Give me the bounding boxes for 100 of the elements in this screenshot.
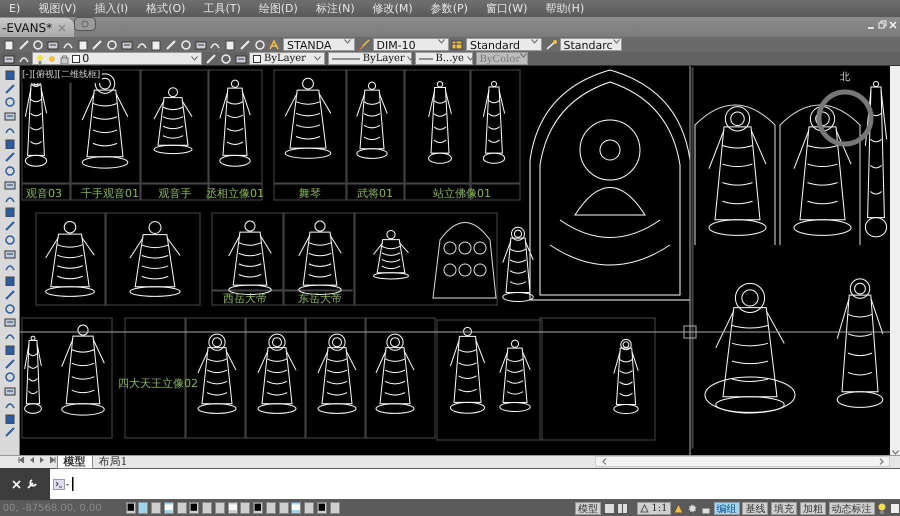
drafting-toggle-icon[interactable] — [330, 502, 340, 514]
draw-tool-icon[interactable] — [4, 220, 16, 231]
compass-label[interactable]: 北 — [840, 72, 850, 83]
draw-tool-icon[interactable] — [4, 165, 16, 176]
layer-tool-icon[interactable] — [220, 52, 232, 64]
draw-tool-icon[interactable] — [4, 385, 16, 396]
draw-tool-icon[interactable] — [4, 316, 16, 328]
drafting-toggle-icon[interactable] — [176, 502, 186, 514]
menu-item[interactable]: E) — [0, 0, 30, 17]
draw-tool-icon[interactable] — [4, 371, 16, 382]
menu-item[interactable]: 参数(P) — [422, 0, 477, 17]
drafting-toggle-icon[interactable] — [214, 502, 225, 514]
status-toggle-button[interactable]: 动态标注 — [828, 502, 874, 514]
status-toggle-button[interactable]: 基线 — [742, 502, 768, 514]
viewport-label[interactable]: [-][俯视][二维线框] — [22, 69, 102, 82]
horizontal-scrollbar[interactable] — [595, 456, 890, 467]
layer-dropdown[interactable]: 0 — [32, 52, 202, 65]
viewports-icon[interactable] — [617, 502, 628, 514]
drafting-toggle-icon[interactable] — [266, 502, 276, 514]
text-style-icon[interactable] — [268, 38, 280, 50]
drafting-toggle-icon[interactable] — [138, 502, 148, 514]
annotation-scale-button[interactable]: 1:1 — [636, 502, 670, 514]
menu-item[interactable]: 修改(M) — [364, 0, 422, 17]
bulb-icon[interactable] — [877, 502, 888, 514]
model-button[interactable]: 模型 — [574, 502, 601, 514]
drafting-toggle-icon[interactable] — [126, 502, 136, 514]
draw-tool-icon[interactable] — [4, 288, 16, 300]
multileader-style-dropdown[interactable]: Standarc — [560, 38, 622, 51]
viewcube-ring[interactable] — [816, 90, 874, 146]
drafting-toggle-icon[interactable] — [291, 502, 302, 514]
menu-item[interactable]: 插入(I) — [85, 0, 138, 17]
draw-tool-icon[interactable] — [4, 275, 16, 286]
toolbar-icon[interactable] — [224, 38, 236, 50]
drafting-toggle-icon[interactable] — [240, 502, 250, 514]
layer-tool-icon[interactable] — [205, 52, 217, 64]
menu-item[interactable]: 标注(N) — [306, 0, 364, 17]
toolbar-icon[interactable] — [76, 38, 88, 50]
scroll-right-icon[interactable] — [878, 458, 884, 465]
command-prompt-icon[interactable] — [52, 478, 69, 490]
new-tab-icon[interactable] — [74, 17, 96, 31]
toolbar-icon[interactable] — [2, 38, 15, 50]
command-line-field[interactable] — [50, 469, 900, 499]
draw-tool-icon[interactable] — [4, 344, 16, 355]
draw-tool-icon[interactable] — [4, 248, 16, 258]
toolbar-icon[interactable] — [194, 38, 206, 50]
drafting-toggle-icon[interactable] — [278, 502, 288, 514]
layout-tab[interactable]: 布局1 — [92, 456, 134, 468]
layer-tool-icon[interactable] — [234, 52, 246, 64]
draw-tool-icon[interactable] — [4, 138, 16, 148]
table-style-icon[interactable] — [451, 38, 464, 50]
text-style-dropdown[interactable]: STANDA — [283, 38, 355, 51]
fullscreen-icon[interactable] — [890, 502, 900, 514]
leader-style-icon[interactable] — [544, 38, 557, 50]
draw-tool-icon[interactable] — [4, 110, 16, 121]
draw-tool-icon[interactable] — [4, 412, 16, 424]
draw-tool-icon[interactable] — [4, 234, 16, 245]
drafting-toggle-icon[interactable] — [189, 502, 200, 514]
model-space-canvas[interactable]: [-][俯视][二维线框] 北 观音03 千手观音01 观音手 丞相立像01 舞琴 武将01 站立佛像01 西岳大帝 东岳大帝 四大天王立像02 — [20, 66, 890, 455]
drafting-toggle-icon[interactable] — [164, 502, 174, 514]
document-tab[interactable]: -EVANS* — [0, 18, 74, 37]
toolbar-icon[interactable] — [120, 38, 133, 50]
draw-tool-icon[interactable] — [4, 358, 16, 368]
toolbar-icon[interactable] — [150, 38, 162, 50]
menu-item[interactable]: 视图(V) — [29, 0, 86, 17]
draw-tool-icon[interactable] — [4, 68, 16, 80]
draw-tool-icon[interactable] — [4, 426, 16, 438]
toolbar-icon[interactable] — [47, 38, 59, 50]
draw-tool-icon[interactable] — [4, 302, 16, 314]
drafting-toggle-icon[interactable] — [202, 502, 212, 514]
drafting-toggle-icon[interactable] — [304, 502, 314, 514]
gear-icon[interactable] — [687, 502, 698, 514]
status-toggle-button[interactable]: 填充 — [771, 502, 797, 514]
wrench-icon[interactable] — [26, 478, 38, 490]
drafting-toggle-icon[interactable] — [228, 502, 238, 514]
annotation-icon[interactable] — [673, 502, 684, 514]
layout-tab[interactable]: 模型 — [56, 456, 92, 469]
lineweight-dropdown[interactable]: B...ye — [414, 52, 473, 65]
status-toggle-button[interactable]: 编组 — [714, 502, 740, 514]
draw-tool-icon[interactable] — [4, 178, 16, 190]
restore-icon[interactable] — [878, 20, 886, 30]
menu-item[interactable]: 帮助(H) — [536, 0, 594, 17]
scroll-left-icon[interactable] — [602, 458, 606, 465]
menu-item[interactable]: 工具(T) — [194, 0, 250, 17]
menu-item[interactable]: 格式(O) — [137, 0, 194, 17]
draw-tool-icon[interactable] — [4, 82, 16, 94]
scroll-down-icon[interactable] — [892, 450, 898, 455]
layer-tool-icon[interactable] — [2, 52, 15, 64]
color-dropdown[interactable]: ByLayer — [249, 52, 326, 65]
vertical-scrollbar[interactable] — [890, 66, 900, 455]
linetype-dropdown[interactable]: ByLayer — [328, 52, 412, 65]
table-style-dropdown[interactable]: Standard — [466, 38, 542, 51]
drafting-toggle-icon[interactable] — [253, 502, 263, 514]
draw-tool-icon[interactable] — [4, 96, 16, 108]
drafting-toggle-icon[interactable] — [316, 502, 327, 514]
draw-tool-icon[interactable] — [4, 206, 16, 218]
menu-item[interactable]: 绘图(D) — [250, 0, 307, 17]
first-layout-icon[interactable] — [16, 456, 26, 465]
dim-style-dropdown[interactable]: DIM-10 — [372, 38, 448, 51]
menu-item[interactable]: 窗口(W) — [476, 0, 536, 17]
drafting-toggle-icon[interactable] — [151, 502, 161, 514]
